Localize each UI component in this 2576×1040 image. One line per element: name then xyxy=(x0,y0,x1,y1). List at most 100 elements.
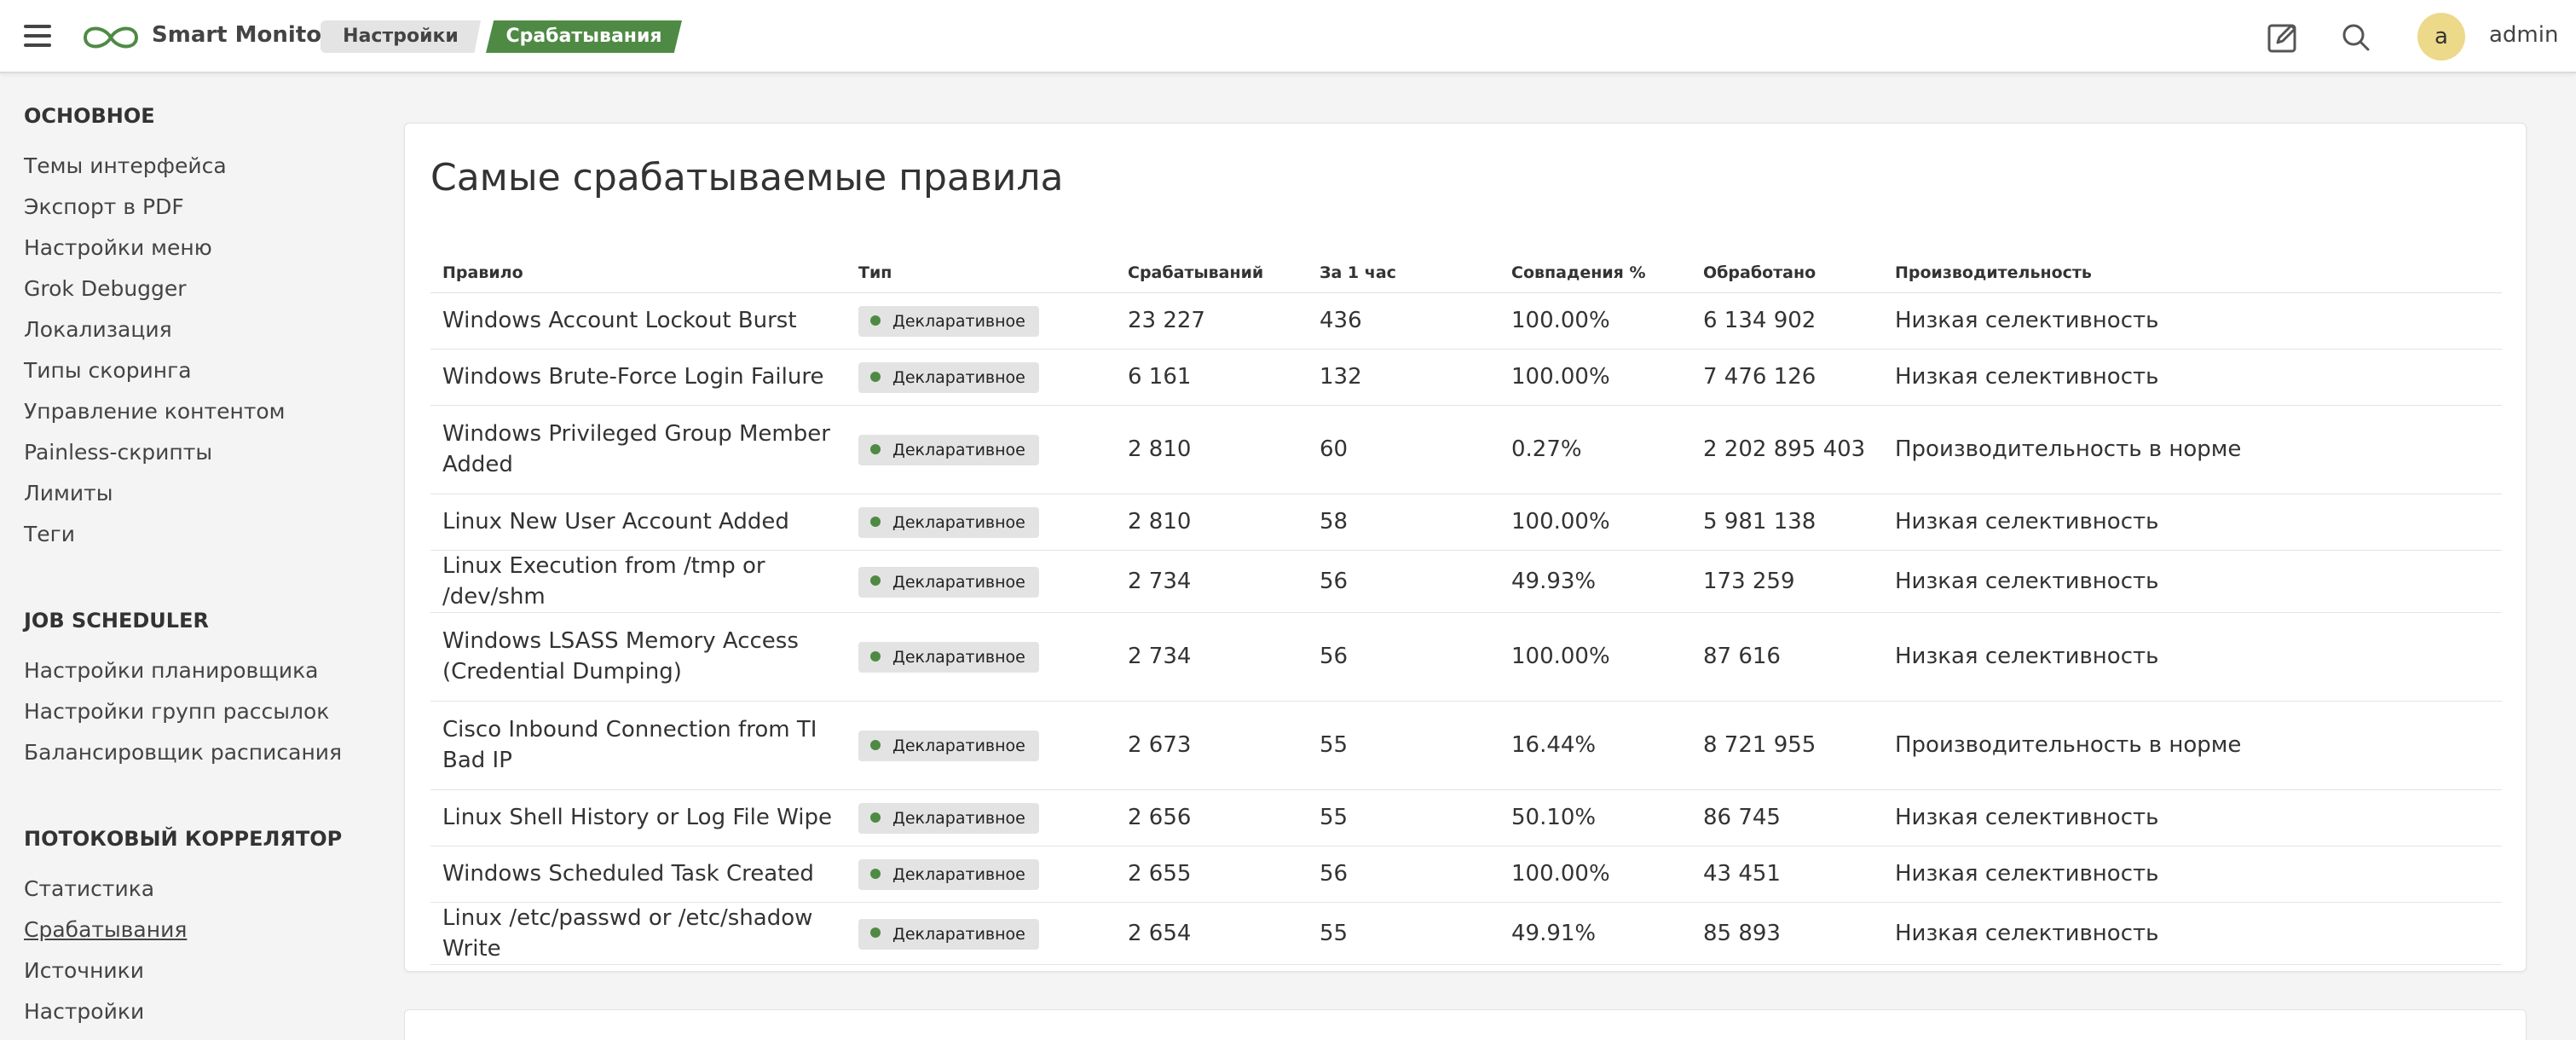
rule-name[interactable]: Windows Brute-Force Login Failure xyxy=(430,349,846,406)
search-icon[interactable] xyxy=(2341,22,2371,53)
sidebar-item-schedule-balancer[interactable]: Балансировщик расписания xyxy=(24,740,342,765)
sidebar-item-mailing-groups[interactable]: Настройки групп рассылок xyxy=(24,699,329,724)
table-row[interactable]: Linux Shell History or Log File Wipe Дек… xyxy=(430,789,2502,846)
username[interactable]: admin xyxy=(2489,22,2558,48)
status-dot-icon xyxy=(870,739,881,750)
processed-cell: 8 721 955 xyxy=(1691,701,1883,790)
column-header-type[interactable]: Тип xyxy=(846,253,1116,293)
column-header-rule[interactable]: Правило xyxy=(430,253,846,293)
sidebar-item-pdf-export[interactable]: Экспорт в PDF xyxy=(24,194,184,219)
table-header-row: Правило Тип Срабатываний За 1 час Совпад… xyxy=(430,253,2502,293)
sidebar-item-tags[interactable]: Теги xyxy=(24,522,75,546)
rule-name[interactable]: Windows Account Lockout Burst xyxy=(430,292,846,350)
per-hour-cell: 55 xyxy=(1308,789,1499,846)
type-badge: Декларативное xyxy=(858,362,1039,393)
table-row[interactable]: Windows Scheduled Task Created Декларати… xyxy=(430,846,2502,903)
table-row[interactable]: Linux New User Account Added Декларативн… xyxy=(430,494,2502,551)
per-hour-cell: 58 xyxy=(1308,494,1499,551)
table-row[interactable]: Windows Privileged Group Member Added Де… xyxy=(430,405,2502,494)
column-header-hits[interactable]: Срабатываний xyxy=(1116,253,1308,293)
status-dot-icon xyxy=(870,650,881,662)
performance-cell: Низкая селективность xyxy=(1883,902,2502,965)
edit-icon[interactable] xyxy=(2266,20,2300,55)
column-header-per-hour[interactable]: За 1 час xyxy=(1308,253,1499,293)
table-row[interactable]: Windows LSASS Memory Access (Credential … xyxy=(430,612,2502,702)
sidebar-item-localization[interactable]: Локализация xyxy=(24,317,172,342)
table-row[interactable]: Windows Brute-Force Login Failure Деклар… xyxy=(430,349,2502,406)
sidebar-item-themes[interactable]: Темы интерфейса xyxy=(24,153,227,178)
rule-name[interactable]: Linux /etc/passwd or /etc/shadow Write xyxy=(430,902,846,965)
processed-cell: 87 616 xyxy=(1691,612,1883,702)
match-cell: 100.00% xyxy=(1499,292,1691,350)
sidebar-item-scheduler-settings[interactable]: Настройки планировщика xyxy=(24,658,318,683)
type-badge: Декларативное xyxy=(858,803,1039,834)
sidebar-section-main: ОСНОВНОЕ xyxy=(24,104,155,128)
status-dot-icon xyxy=(870,315,881,326)
hits-cell: 23 227 xyxy=(1116,292,1308,350)
column-header-performance[interactable]: Производительность xyxy=(1883,253,2502,293)
status-dot-icon xyxy=(870,927,881,938)
processed-cell: 7 476 126 xyxy=(1691,349,1883,406)
hits-cell: 2 673 xyxy=(1116,701,1308,790)
type-badge: Декларативное xyxy=(858,731,1039,761)
status-dot-icon xyxy=(870,371,881,382)
hits-cell: 2 655 xyxy=(1116,846,1308,903)
sidebar-item-triggers[interactable]: Срабатывания xyxy=(24,917,187,942)
table-row[interactable]: Linux /etc/passwd or /etc/shadow Write Д… xyxy=(430,902,2502,965)
breadcrumb-triggers[interactable]: Срабатывания xyxy=(486,20,682,53)
column-header-match[interactable]: Совпадения % xyxy=(1499,253,1691,293)
performance-cell: Низкая селективность xyxy=(1883,494,2502,551)
sidebar-item-grok-debugger[interactable]: Grok Debugger xyxy=(24,276,187,301)
performance-cell: Низкая селективность xyxy=(1883,550,2502,613)
status-dot-icon xyxy=(870,868,881,879)
rule-name[interactable]: Windows Scheduled Task Created xyxy=(430,846,846,903)
performance-cell: Производительность в норме xyxy=(1883,405,2502,494)
rules-table: Правило Тип Срабатываний За 1 час Совпад… xyxy=(430,253,2502,965)
per-hour-cell: 55 xyxy=(1308,902,1499,965)
rule-name[interactable]: Cisco Inbound Connection from TI Bad IP xyxy=(430,701,846,790)
sidebar-item-limits[interactable]: Лимиты xyxy=(24,481,113,506)
match-cell: 100.00% xyxy=(1499,494,1691,551)
type-badge: Декларативное xyxy=(858,859,1039,890)
status-dot-icon xyxy=(870,516,881,527)
match-cell: 100.00% xyxy=(1499,612,1691,702)
per-hour-cell: 56 xyxy=(1308,612,1499,702)
rule-name[interactable]: Linux New User Account Added xyxy=(430,494,846,551)
sidebar-item-painless-scripts[interactable]: Painless-скрипты xyxy=(24,440,212,465)
sidebar-item-scoring-types[interactable]: Типы скоринга xyxy=(24,358,192,383)
sidebar-item-content-management[interactable]: Управление контентом xyxy=(24,399,286,424)
rule-name[interactable]: Linux Execution from /tmp or /dev/shm xyxy=(430,550,846,613)
processed-cell: 2 202 895 403 xyxy=(1691,405,1883,494)
rule-name[interactable]: Windows LSASS Memory Access (Credential … xyxy=(430,612,846,702)
table-row[interactable]: Cisco Inbound Connection from TI Bad IP … xyxy=(430,701,2502,790)
processed-cell: 85 893 xyxy=(1691,902,1883,965)
type-badge: Декларативное xyxy=(858,306,1039,337)
sidebar-section-stream-correlator: ПОТОКОВЫЙ КОРРЕЛЯТОР xyxy=(24,827,343,851)
table-row[interactable]: Linux Execution from /tmp or /dev/shm Де… xyxy=(430,550,2502,613)
sidebar-item-sources[interactable]: Источники xyxy=(24,958,144,983)
app-name[interactable]: Smart Monitor xyxy=(152,22,332,48)
processed-cell: 6 134 902 xyxy=(1691,292,1883,350)
sidebar-item-menu-settings[interactable]: Настройки меню xyxy=(24,235,212,260)
rule-name[interactable]: Linux Shell History or Log File Wipe xyxy=(430,789,846,846)
table-row[interactable]: Windows Account Lockout Burst Декларатив… xyxy=(430,292,2502,350)
rule-name[interactable]: Windows Privileged Group Member Added xyxy=(430,405,846,494)
match-cell: 49.93% xyxy=(1499,550,1691,613)
performance-cell: Низкая селективность xyxy=(1883,789,2502,846)
avatar[interactable]: a xyxy=(2417,13,2465,61)
sidebar-item-statistics[interactable]: Статистика xyxy=(24,876,154,901)
hits-cell: 2 654 xyxy=(1116,902,1308,965)
match-cell: 16.44% xyxy=(1499,701,1691,790)
menu-icon[interactable] xyxy=(24,25,51,47)
status-dot-icon xyxy=(870,443,881,454)
type-badge: Декларативное xyxy=(858,566,1039,598)
type-badge: Декларативное xyxy=(858,507,1039,538)
breadcrumb-settings[interactable]: Настройки xyxy=(321,20,481,53)
page-title: Самые срабатываемые правила xyxy=(430,156,1064,199)
column-header-processed[interactable]: Обработано xyxy=(1691,253,1883,293)
logo-icon xyxy=(83,26,139,49)
processed-cell: 173 259 xyxy=(1691,550,1883,613)
status-dot-icon xyxy=(870,575,881,586)
match-cell: 100.00% xyxy=(1499,349,1691,406)
sidebar-item-settings[interactable]: Настройки xyxy=(24,999,144,1024)
